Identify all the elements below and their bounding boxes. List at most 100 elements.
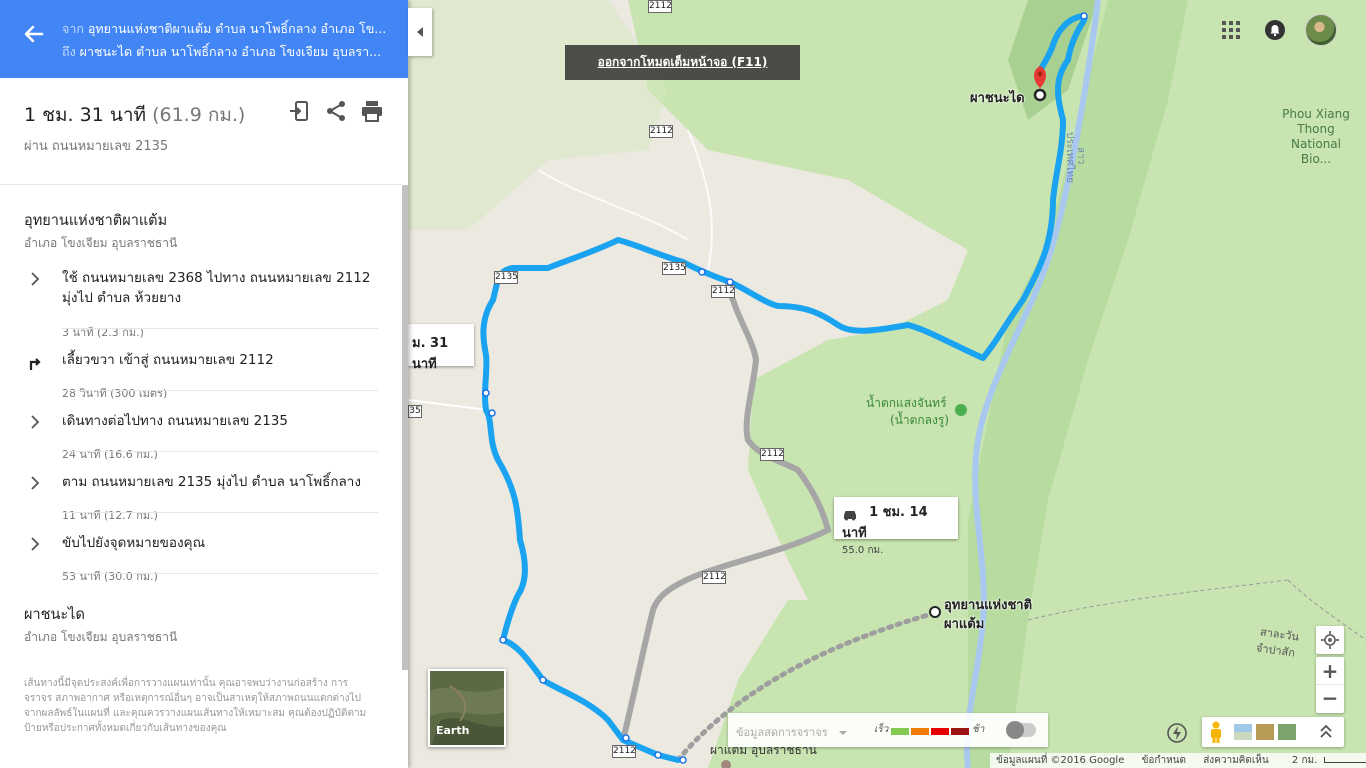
map-canvas[interactable]: 2112 2112 2135 2135 2112 2112 2112 2112 … <box>408 0 1366 768</box>
route-shield: 2135 <box>494 271 518 284</box>
terms-link[interactable]: ข้อกำหนด <box>1142 755 1186 766</box>
step-instruction: เดินทางต่อไปทาง ถนนหมายเลข 2135 <box>62 413 288 429</box>
from-prefix: จาก <box>62 21 84 36</box>
zoom-in-button[interactable]: + <box>1316 657 1344 685</box>
route-shield: 2135 <box>662 262 686 275</box>
send-to-device-button[interactable] <box>287 98 313 124</box>
step-meta: 11 นาที (12.7 กม.) <box>62 509 158 522</box>
route-shield: 2112 <box>711 285 735 298</box>
apps-icon[interactable] <box>1222 21 1240 39</box>
scale-label: 2 กม. <box>1291 755 1318 766</box>
step-divider <box>62 390 378 391</box>
step-divider <box>62 451 378 452</box>
traffic-dropdown-label: ข้อมูลสดการจราจร <box>736 726 828 739</box>
step-instruction: ตาม ถนนหมายเลข 2135 มุ่งไป ตำบล นาโพธิ์ก… <box>62 474 361 490</box>
traffic-toggle[interactable] <box>1006 721 1036 739</box>
send-to-device-icon <box>290 101 308 121</box>
route-duration: 1 ชม. 31 นาที <box>24 104 147 126</box>
my-location-icon <box>1321 631 1339 649</box>
map-base-layer <box>408 0 1366 768</box>
route-shield: 2112 <box>648 0 672 13</box>
origin-subtitle: อำเภอ โขงเจียม อุบลราชธานี <box>24 236 178 250</box>
dropdown-arrow-icon <box>839 731 848 735</box>
fullscreen-exit-notice[interactable]: ออกจากโหมดเต็มหน้าจอ (F11) <box>565 45 800 80</box>
turn-right-icon <box>26 353 44 371</box>
destination-subtitle: อำเภอ โขงเจียม อุบลราชธานี <box>24 630 178 644</box>
imagery-thumb-1[interactable] <box>1234 724 1252 740</box>
back-button[interactable] <box>20 20 48 48</box>
route-destination-field[interactable]: ถึง ผาชนะได ตำบล นาโพธิ์กลาง อำเภอ โขงเจ… <box>62 42 392 62</box>
route-via: ผ่าน ถนนหมายเลข 2135 <box>24 139 169 154</box>
chevron-right-icon <box>26 535 44 553</box>
expand-icon[interactable] <box>1318 724 1334 740</box>
avatar[interactable] <box>1305 14 1337 46</box>
my-location-button[interactable] <box>1316 626 1344 654</box>
route-shield: 2112 <box>612 745 636 758</box>
print-icon <box>362 101 382 122</box>
step-divider <box>62 328 378 329</box>
direction-step[interactable]: เดินทางต่อไปทาง ถนนหมายเลข 2135 24 นาที … <box>0 411 400 461</box>
route-shield: 2112 <box>702 571 726 584</box>
chevron-right-icon <box>26 270 44 288</box>
origin-title[interactable]: อุทยานแห่งชาติผาแต้ม <box>24 209 167 232</box>
map-footer: ข้อมูลแผนที่ ©2016 Google ข้อกำหนด ส่งคว… <box>990 753 1366 768</box>
route-disclaimer: เส้นทางนี้มีจุดประสงค์เพื่อการวางแผนเท่า… <box>24 678 367 734</box>
feedback-link[interactable]: ส่งความคิดเห็น <box>1203 755 1269 766</box>
route-shield: 35 <box>408 405 422 418</box>
arrow-left-icon <box>24 25 44 43</box>
bolt-icon[interactable] <box>1166 722 1188 744</box>
earth-toggle[interactable]: Earth <box>428 669 506 747</box>
to-prefix: ถึง <box>62 44 76 59</box>
chevron-left-icon <box>417 27 423 37</box>
waterfall-label-2: (น้ำตกลงรู) <box>890 413 950 427</box>
traffic-fast-label: เร็ว <box>874 724 889 735</box>
chevron-right-icon <box>26 413 44 431</box>
direction-step[interactable]: เลี้ยวขวา เข้าสู่ ถนนหมายเลข 2112 28 วิน… <box>0 350 400 400</box>
direction-step[interactable]: ตาม ถนนหมายเลข 2135 มุ่งไป ตำบล นาโพธิ์ก… <box>0 472 400 522</box>
scale-bar <box>1324 757 1366 763</box>
park-label: Phou Xiang Thong National Bio... <box>1282 107 1350 166</box>
imagery-thumb-2[interactable] <box>1256 724 1274 740</box>
destination-label[interactable]: ผาชนะได <box>970 87 1025 108</box>
car-icon <box>842 506 858 520</box>
step-instruction: ใช้ ถนนหมายเลข 2368 ไปทาง ถนนหมายเลข 211… <box>62 270 371 306</box>
step-meta: 53 นาที (30.0 กม.) <box>62 570 158 583</box>
panel-scrollbar[interactable] <box>402 185 408 670</box>
to-place: ผาชนะได ตำบล นาโพธิ์กลาง อำเภอ โขงเจียม … <box>79 44 382 59</box>
directions-header: จาก อุทยานแห่งชาติผาแต้ม ตำบล นาโพธิ์กลา… <box>0 0 408 78</box>
step-instruction: เลี้ยวขวา เข้าสู่ ถนนหมายเลข 2112 <box>62 352 274 368</box>
print-button[interactable] <box>359 98 385 124</box>
route-distance: (61.9 กม.) <box>152 104 246 126</box>
border-label-2: ลาว <box>1075 146 1087 165</box>
collapse-panel-button[interactable] <box>408 8 432 56</box>
alt-route-callout[interactable]: 1 ชม. 14 นาที 55.0 กม. <box>834 497 958 556</box>
direction-step[interactable]: ขับไปยังจุดหมายของคุณ 53 นาที (30.0 กม.) <box>0 533 400 583</box>
destination-title[interactable]: ผาชนะได <box>24 603 85 626</box>
copyright-text: ข้อมูลแผนที่ ©2016 Google <box>996 755 1125 766</box>
step-meta: 3 นาที (2.3 กม.) <box>62 326 144 339</box>
direction-step[interactable]: ใช้ ถนนหมายเลข 2368 ไปทาง ถนนหมายเลข 211… <box>0 268 400 339</box>
zoom-controls: + − <box>1316 657 1344 713</box>
origin-label-2: ผาแต้ม <box>944 617 985 632</box>
route-summary: 1 ชม. 31 นาที (61.9 กม.) <box>24 100 245 130</box>
pegman-icon[interactable] <box>1208 721 1224 743</box>
origin-label[interactable]: อุทยานแห่งชาติ <box>944 594 1032 615</box>
step-meta: 28 วินาที (300 เมตร) <box>62 387 168 400</box>
route-origin-field[interactable]: จาก อุทยานแห่งชาติผาแต้ม ตำบล นาโพธิ์กลา… <box>62 19 392 39</box>
traffic-bar: ข้อมูลสดการจราจร เร็ว ช้า <box>728 713 1048 747</box>
step-divider <box>62 573 378 574</box>
zoom-out-button[interactable]: − <box>1316 685 1344 713</box>
imagery-thumb-3[interactable] <box>1278 724 1296 740</box>
from-place: อุทยานแห่งชาติผาแต้ม ตำบล นาโพธิ์กลาง อำ… <box>87 21 387 36</box>
alt-route-distance: 55.0 กม. <box>842 545 884 556</box>
step-divider <box>62 512 378 513</box>
chevron-right-icon <box>26 474 44 492</box>
traffic-legend <box>891 725 971 735</box>
traffic-dropdown[interactable]: ข้อมูลสดการจราจร <box>736 723 862 741</box>
main-route-callout[interactable]: ม. 31 นาที <box>408 324 474 372</box>
notifications-icon[interactable] <box>1265 20 1285 40</box>
route-shield: 2112 <box>760 448 784 461</box>
share-icon <box>327 101 345 121</box>
pegman-imagery-bar <box>1202 717 1344 747</box>
share-button[interactable] <box>323 98 349 124</box>
